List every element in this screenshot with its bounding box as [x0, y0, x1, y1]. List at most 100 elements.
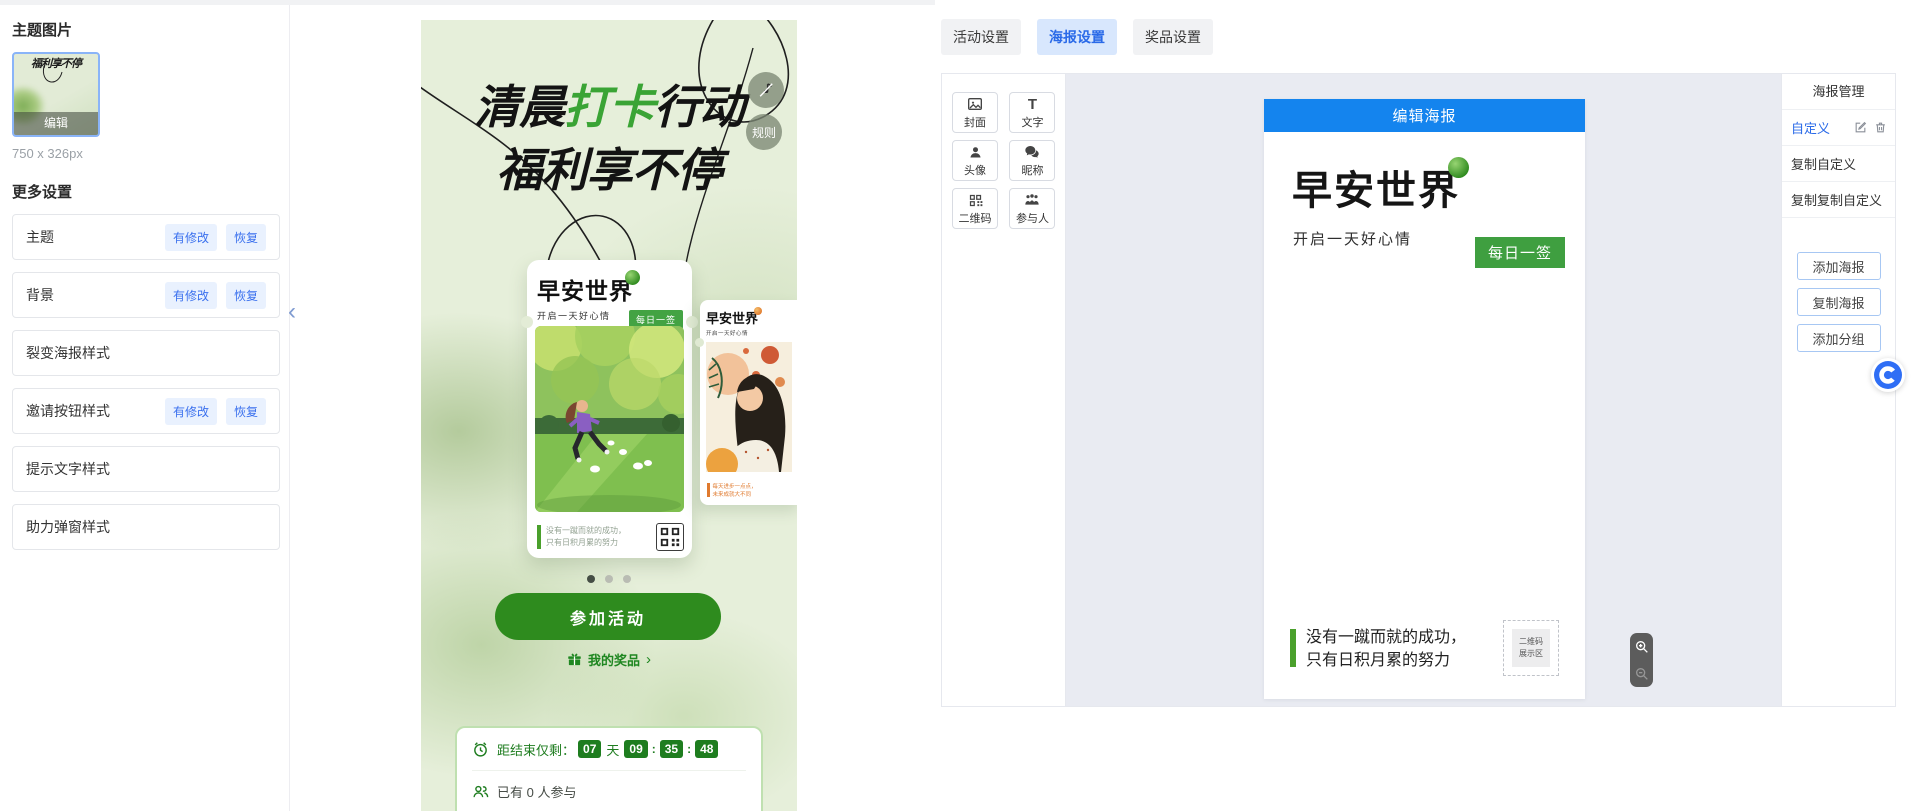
tool-label: 文字 — [1021, 114, 1043, 130]
gift-icon — [567, 652, 582, 667]
setting-row-hint-text-style[interactable]: 提示文字样式 — [12, 446, 280, 492]
activity-phone-preview: 清晨打卡行动 福利享不停 规则 早安世界 开启一天好心情 每日一签 — [421, 20, 797, 811]
quote-line2: 未来成就大不同 — [713, 492, 752, 498]
my-prizes-link[interactable]: 我的奖品 › — [421, 650, 797, 669]
setting-label: 邀请按钮样式 — [26, 401, 110, 421]
canvas-zoom-control — [1630, 633, 1653, 687]
title-line2: 福利享不停 — [497, 144, 722, 196]
alarm-clock-icon — [472, 741, 489, 758]
theme-image-thumbnail[interactable]: 福利享不停 编辑 — [12, 52, 100, 137]
setting-label: 助力弹窗样式 — [26, 517, 110, 537]
carousel-dot[interactable] — [605, 575, 613, 583]
zoom-out-icon[interactable] — [1634, 666, 1650, 682]
setting-row-theme[interactable]: 主题 有修改 恢复 — [12, 214, 280, 260]
tool-label: 参与人 — [1016, 210, 1049, 226]
element-toolbox: 封面 T 文字 头像 — [942, 74, 1066, 706]
tool-label: 昵称 — [1021, 162, 1043, 178]
setting-row-background[interactable]: 背景 有修改 恢复 — [12, 272, 280, 318]
tool-participants[interactable]: 参与人 — [1009, 188, 1055, 229]
poster-item-label: 复制复制自定义 — [1791, 190, 1882, 209]
restore-button[interactable]: 恢复 — [226, 398, 266, 425]
poster-quote: 没有一蹴而就的成功， 只有日积月累的努力 — [546, 525, 656, 550]
sidebar-collapse-icon[interactable]: ‹ — [288, 300, 296, 324]
add-poster-button[interactable]: 添加海报 — [1797, 252, 1881, 280]
tool-text[interactable]: T 文字 — [1009, 92, 1055, 133]
tool-avatar[interactable]: 头像 — [952, 140, 998, 181]
qr-placeholder-line2: 展示区 — [1519, 648, 1543, 660]
setting-label: 提示文字样式 — [26, 459, 110, 479]
rules-label: 规则 — [752, 124, 776, 141]
poster-item-label: 复制自定义 — [1791, 154, 1856, 173]
zoom-in-icon[interactable] — [1634, 639, 1650, 655]
add-group-button[interactable]: 添加分组 — [1797, 324, 1881, 352]
music-off-icon — [756, 80, 776, 100]
tool-qrcode[interactable]: 二维码 — [952, 188, 998, 229]
poster-manage-actions: 添加海报 复制海报 添加分组 — [1782, 252, 1895, 360]
avatar-icon — [968, 144, 983, 161]
edit-icon[interactable] — [1854, 121, 1867, 134]
qrcode-placeholder[interactable]: 二维码 展示区 — [1503, 620, 1559, 676]
rules-button[interactable]: 规则 — [746, 114, 782, 150]
orange-dot-decoration — [754, 307, 762, 315]
modified-button[interactable]: 有修改 — [165, 282, 217, 309]
modified-button[interactable]: 有修改 — [165, 224, 217, 251]
nickname-bubbles-icon — [1024, 144, 1040, 161]
countdown-separator: : — [652, 742, 656, 756]
daily-sign-badge-element[interactable]: 每日一签 — [1475, 237, 1565, 268]
tool-nickname[interactable]: 昵称 — [1009, 140, 1055, 181]
quote-line1: 没有一蹴而就的成功， — [546, 526, 626, 535]
carousel-dot[interactable] — [587, 575, 595, 583]
green-dot-decoration — [1448, 157, 1469, 178]
setting-row-invite-button-style[interactable]: 邀请按钮样式 有修改 恢复 — [12, 388, 280, 434]
restore-button[interactable]: 恢复 — [226, 282, 266, 309]
poster-item-copy-custom[interactable]: 复制自定义 — [1782, 146, 1895, 182]
poster-illustration — [535, 326, 684, 512]
tab-poster-settings[interactable]: 海报设置 — [1037, 19, 1117, 55]
customer-service-button[interactable] — [1871, 358, 1905, 392]
tool-label: 封面 — [964, 114, 986, 130]
delete-icon[interactable] — [1874, 121, 1887, 134]
title-highlight: 打卡 — [564, 81, 654, 133]
modified-button[interactable]: 有修改 — [165, 398, 217, 425]
countdown-seconds: 48 — [695, 740, 718, 758]
quote-line1: 每天进步一点点， — [713, 484, 757, 490]
tool-label: 二维码 — [959, 210, 992, 226]
poster-quote-element[interactable]: 没有一蹴而就的成功， 只有日积月累的努力 — [1290, 626, 1466, 672]
title-suffix: 行动 — [654, 81, 744, 133]
restore-button[interactable]: 恢复 — [226, 224, 266, 251]
tab-activity-settings[interactable]: 活动设置 — [941, 19, 1021, 55]
image-size-label: 750 x 326px — [12, 146, 277, 161]
poster-card-main[interactable]: 早安世界 开启一天好心情 每日一签 — [527, 260, 692, 558]
poster-item-custom[interactable]: 自定义 — [1782, 110, 1895, 146]
settings-tabs: 活动设置 海报设置 奖品设置 — [941, 19, 1229, 55]
poster-manage-title: 海报管理 — [1782, 74, 1895, 110]
music-toggle-button[interactable] — [748, 72, 784, 108]
carousel-dots — [421, 575, 797, 583]
poster-quote: 每天进步一点点， 未来成就大不同 — [713, 483, 757, 500]
tool-cover[interactable]: 封面 — [952, 92, 998, 133]
thumbnail-edit-button[interactable]: 编辑 — [14, 112, 98, 135]
join-activity-button[interactable]: 参加活动 — [495, 593, 721, 640]
poster-card-next[interactable]: 早安世界 开启一天好心情 — [700, 300, 797, 505]
copy-poster-button[interactable]: 复制海报 — [1797, 288, 1881, 316]
quote-bar-decoration — [707, 483, 710, 497]
poster-illustration — [706, 342, 792, 472]
poster-subtitle: 开启一天好心情 — [706, 329, 797, 337]
activity-title: 清晨打卡行动 福利享不停 — [421, 76, 797, 203]
poster-footer: 没有一蹴而就的成功， 只有日积月累的努力 — [537, 523, 684, 551]
setting-row-fission-poster-style[interactable]: 裂变海报样式 — [12, 330, 280, 376]
countdown-row: 距结束仅剩： 07 天 09 : 35 : 48 — [472, 728, 746, 770]
tab-prize-settings[interactable]: 奖品设置 — [1133, 19, 1213, 55]
poster-manage-panel: 海报管理 自定义 复制自定义 — [1781, 74, 1895, 706]
poster-being-edited[interactable]: 编辑海报 早安世界 开启一天好心情 每日一签 没有一蹴而就的成功， 只有日积月累… — [1264, 99, 1585, 699]
title-prefix: 清晨 — [474, 81, 564, 133]
poster-item-copy-copy-custom[interactable]: 复制复制自定义 — [1782, 182, 1895, 218]
quote-bar-decoration — [537, 525, 541, 549]
more-settings-title: 更多设置 — [12, 181, 277, 202]
poster-title-element[interactable]: 早安世界 — [1292, 158, 1460, 216]
setting-row-assist-popup-style[interactable]: 助力弹窗样式 — [12, 504, 280, 550]
poster-editor-header[interactable]: 编辑海报 — [1264, 99, 1585, 132]
carousel-dot[interactable] — [623, 575, 631, 583]
app-window: 主题图片 福利享不停 编辑 750 x 326px 更多设置 主题 有修改 恢复… — [0, 0, 1920, 811]
cover-image-icon — [967, 96, 983, 113]
